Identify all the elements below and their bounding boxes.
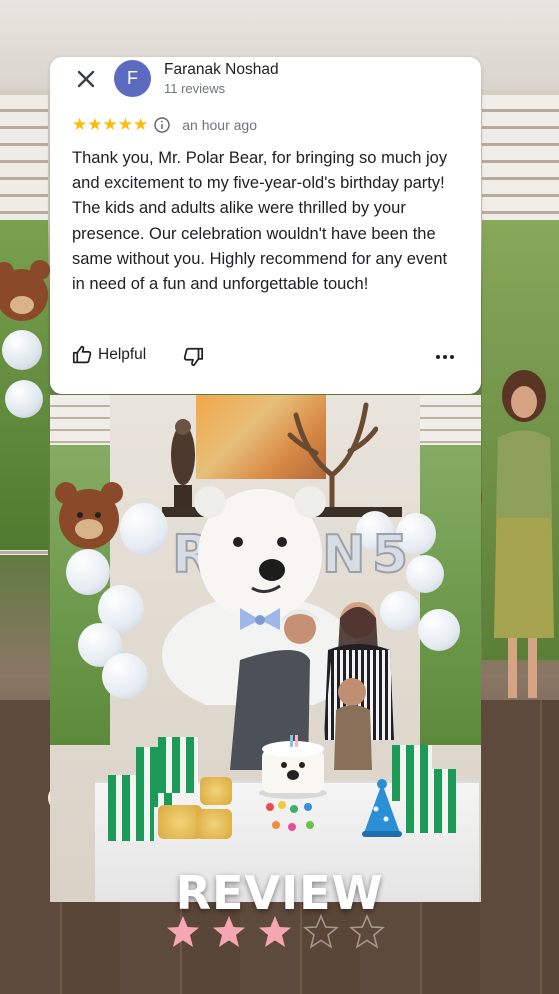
popcorn-bag — [200, 777, 232, 805]
close-icon[interactable] — [74, 67, 98, 91]
helpful-label: Helpful — [98, 345, 147, 363]
info-icon[interactable] — [154, 117, 170, 133]
star-outline-icon — [303, 914, 339, 949]
gift-bag — [406, 769, 456, 833]
balloon — [418, 609, 460, 651]
more-options-icon[interactable] — [434, 347, 456, 367]
balloon — [66, 549, 110, 595]
avatar[interactable]: F — [114, 60, 151, 97]
popcorn-bag — [196, 809, 232, 839]
photo-blinds-left — [50, 395, 110, 445]
balloon — [2, 330, 42, 370]
thumbs-down-icon[interactable] — [182, 346, 204, 368]
party-hat — [362, 779, 402, 837]
review-text: Thank you, Mr. Polar Bear, for bringing … — [72, 149, 448, 294]
star-filled-icon — [213, 916, 245, 947]
star-icon: ★ — [117, 115, 133, 134]
star-filled-icon — [259, 916, 291, 947]
review-time: an hour ago — [182, 117, 257, 133]
star-filled-icon — [167, 916, 199, 947]
star-icon: ★ — [102, 115, 118, 134]
thumbs-up-icon — [72, 345, 92, 364]
star-icon: ★ — [72, 115, 88, 134]
review-card: F Faranak Noshad 11 reviews ★ ★ ★ ★ ★ an… — [50, 57, 481, 394]
helpful-button[interactable]: Helpful — [72, 344, 146, 365]
balloon — [102, 653, 148, 699]
rating-row: ★ ★ ★ ★ ★ an hour ago — [72, 116, 257, 134]
overlay-star-rating — [165, 914, 395, 954]
star-outline-icon — [349, 914, 385, 949]
bear-cake — [259, 735, 327, 799]
party-photo: R N 5 — [50, 395, 481, 902]
photo-blinds-right — [420, 395, 481, 445]
star-icon: ★ — [133, 115, 149, 134]
gift-bag — [158, 737, 198, 793]
review-count: 11 reviews — [164, 81, 226, 96]
avatar-initial: F — [127, 68, 138, 88]
star-icon: ★ — [87, 115, 103, 134]
candy-treats — [266, 801, 314, 831]
bear-balloon — [55, 482, 123, 549]
guest-woman — [494, 370, 554, 698]
review-heading: REVIEW — [175, 866, 384, 920]
balloon-letter: 5 — [371, 524, 409, 586]
balloon — [5, 380, 43, 418]
reviewer-name[interactable]: Faranak Noshad — [164, 61, 279, 79]
bear-balloon-left — [0, 260, 50, 321]
balloon — [406, 555, 444, 593]
